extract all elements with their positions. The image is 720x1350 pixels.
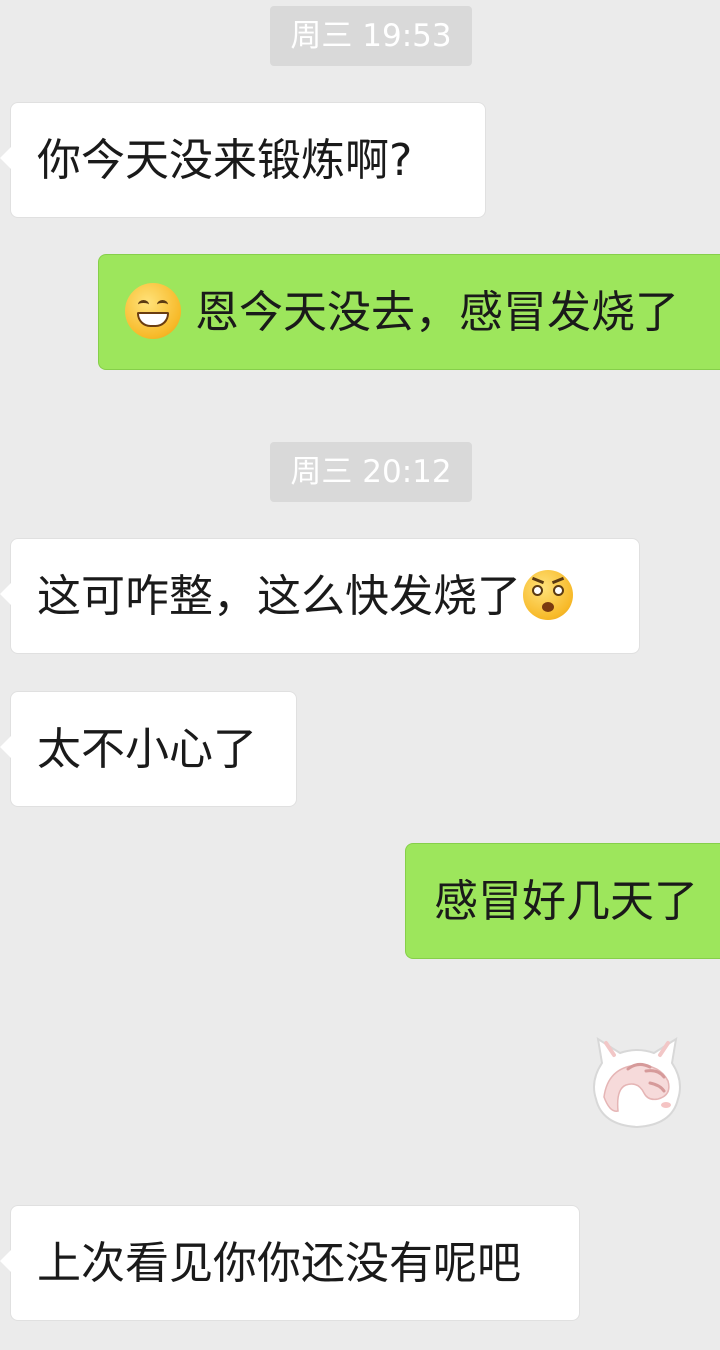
message-bubble-incoming[interactable]: 这可咋整，这么快发烧了 (0, 538, 640, 654)
timestamp-pill: 周三 19:53 (270, 6, 472, 66)
cat-covering-face-sticker[interactable] (588, 1035, 686, 1135)
timestamp-pill: 周三 20:12 (270, 442, 472, 502)
message-bubble-incoming[interactable]: 你今天没来锻炼啊? (0, 102, 486, 218)
grinning-face-emoji (125, 283, 181, 339)
message-text: 恩今天没去，感冒发烧了 (195, 287, 679, 338)
message-bubble-incoming[interactable]: 太不小心了 (0, 691, 297, 807)
message-text: 上次看见你你还没有呢吧 (37, 1238, 521, 1289)
message-text: 你今天没来锻炼啊? (37, 135, 413, 186)
message-text: 这可咋整，这么快发烧了 (37, 571, 521, 622)
message-text: 感冒好几天了 (434, 876, 698, 927)
shocked-face-emoji (523, 570, 573, 620)
message-bubble-incoming[interactable]: 上次看见你你还没有呢吧 (0, 1205, 580, 1321)
message-text: 太不小心了 (37, 724, 257, 775)
message-bubble-outgoing[interactable]: 恩今天没去，感冒发烧了 (98, 254, 720, 370)
message-bubble-outgoing[interactable]: 感冒好几天了 (405, 843, 720, 959)
